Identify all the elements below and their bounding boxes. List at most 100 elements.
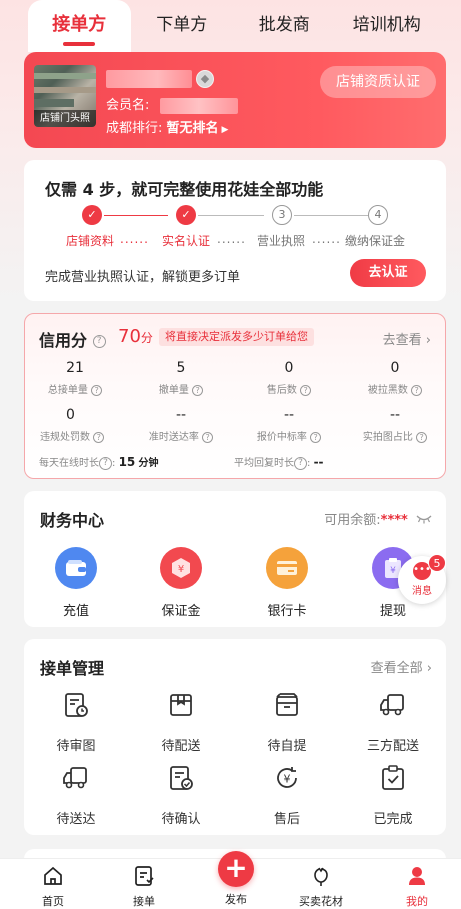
credit-score-value: 70分 (118, 326, 153, 347)
nav-flower-market[interactable]: 买卖花材 (286, 865, 356, 909)
metric-label-text: 被拉黑数 (367, 385, 408, 396)
credit-title: 信用分 ? (39, 327, 106, 351)
step-label-real-name[interactable]: 实名认证 (162, 232, 210, 249)
tab-training[interactable]: 培训机构 (336, 0, 439, 52)
box-open-icon (276, 693, 298, 716)
view-all-text: 查看全部 (370, 661, 427, 676)
shop-photo-caption: 店铺门头照 (34, 110, 96, 127)
question-icon[interactable]: ? (93, 431, 105, 443)
reply-value: -- (313, 455, 324, 469)
tab-receiver[interactable]: 接单方 (28, 0, 131, 52)
publish-plus-button[interactable]: + (218, 851, 254, 887)
order-pending-review[interactable]: 待审图 (36, 691, 116, 754)
shop-name-redacted (106, 70, 192, 88)
home-icon (44, 866, 62, 885)
question-icon[interactable]: ? (91, 384, 103, 396)
metric-blacklisted[interactable]: 0 被拉黑数 ? (345, 360, 445, 396)
wallet-icon (55, 547, 97, 589)
recharge-label: 充值 (62, 604, 89, 619)
metric-value: -- (175, 407, 187, 423)
order-completed[interactable]: 已完成 (353, 764, 433, 827)
nav-label: 接单 (133, 895, 155, 908)
question-icon[interactable]: ? (294, 456, 307, 470)
metric-bid-win-rate[interactable]: -- 报价中标率 ? (239, 407, 339, 443)
order-list-icon (135, 866, 154, 886)
question-icon[interactable]: ? (92, 335, 106, 348)
orders-title: 接单管理 (40, 659, 105, 678)
check-icon: ✓ (82, 205, 102, 225)
step-label-license[interactable]: 营业执照 (257, 232, 305, 249)
rank-label: 成都排行: (106, 121, 163, 136)
publish-label: 发布 (225, 893, 247, 906)
metric-label-text: 售后数 (266, 385, 297, 396)
caret-right-icon: ▶ (221, 125, 229, 135)
question-icon[interactable]: ? (411, 384, 423, 396)
bank-card-label: 银行卡 (267, 604, 307, 619)
question-icon[interactable]: ? (99, 456, 112, 470)
order-third-party-delivery[interactable]: 三方配送 (353, 691, 433, 754)
nav-label: 买卖花材 (299, 895, 343, 908)
nav-home[interactable]: 首页 (18, 865, 88, 909)
view-all-link[interactable]: 查看全部 › (371, 657, 432, 676)
order-pending-pickup[interactable]: 待自提 (247, 691, 327, 754)
member-name-redacted (160, 98, 238, 114)
tab-wholesaler[interactable]: 批发商 (233, 0, 336, 52)
order-pending-confirm[interactable]: 待确认 (141, 764, 221, 827)
order-pending-delivery[interactable]: 待配送 (141, 691, 221, 754)
online-unit: 分钟 (138, 458, 159, 469)
metric-label: 实拍图占比 ? (345, 428, 445, 443)
question-icon[interactable]: ? (202, 431, 214, 443)
order-in-transit[interactable]: 待送达 (36, 764, 116, 827)
step-label-shop-info[interactable]: 店铺资料 (66, 232, 114, 249)
tab-orderer[interactable]: 下单方 (131, 0, 234, 52)
metric-photo-ratio[interactable]: -- 实拍图占比 ? (345, 407, 445, 443)
metric-label-text: 违规处罚数 (40, 432, 90, 443)
metric-label: 售后数 ? (239, 381, 339, 396)
step-label-deposit[interactable]: 缴纳保证金 (345, 232, 405, 249)
metric-violations[interactable]: 0 违规处罚数 ? (25, 407, 125, 443)
credit-view-text: 去查看 (382, 333, 426, 348)
order-label: 待审图 (56, 739, 96, 754)
nav-take-orders[interactable]: 接单 (109, 865, 179, 909)
message-badge: 5 (428, 554, 446, 572)
question-icon[interactable]: ? (192, 384, 204, 396)
metric-value: 0 (66, 407, 75, 423)
question-icon[interactable]: ? (310, 431, 322, 443)
nav-mine[interactable]: 我的 (382, 865, 452, 909)
question-icon[interactable]: ? (300, 384, 312, 396)
metric-total-orders[interactable]: 21 总接单量 ? (25, 360, 125, 396)
diamond-icon: ◆ (196, 70, 214, 88)
shop-qualification-button[interactable]: 店铺资质认证 (320, 66, 436, 98)
question-icon[interactable]: ? (416, 431, 428, 443)
go-certify-button[interactable]: 去认证 (350, 259, 426, 287)
order-label: 已完成 (373, 812, 413, 827)
metric-cancel-orders[interactable]: 5 撤单量 ? (131, 360, 231, 396)
bank-card-button[interactable]: 银行卡 (247, 547, 327, 619)
step-connector (294, 215, 368, 216)
order-after-sales[interactable]: ¥ 售后 (247, 764, 327, 827)
eye-closed-icon[interactable] (416, 513, 432, 528)
finance-title: 财务中心 (40, 511, 105, 530)
svg-text:¥: ¥ (390, 566, 396, 576)
deposit-button[interactable]: ¥ 保证金 (141, 547, 221, 619)
metric-label: 准时送达率 ? (131, 428, 231, 443)
balance-value: **** (380, 513, 408, 528)
metric-label-text: 准时送达率 (148, 432, 199, 443)
recharge-button[interactable]: 充值 (36, 547, 116, 619)
order-label: 待配送 (161, 739, 201, 754)
shop-front-photo[interactable]: 店铺门头照 (34, 65, 96, 127)
order-management-card: 接单管理 查看全部 › 待审图 待配送 待自提 三方配送 待送达 待确认 ¥ 售… (24, 639, 446, 835)
bank-card-icon (266, 547, 308, 589)
metric-after-sales[interactable]: 0 售后数 ? (239, 360, 339, 396)
credit-view-link[interactable]: 去查看 › (383, 329, 431, 348)
order-label: 待送达 (56, 812, 96, 827)
order-label: 待自提 (267, 739, 307, 754)
online-label: 每天在线时长 (39, 458, 99, 469)
metric-label-text: 总接单量 (47, 385, 88, 396)
deposit-label: 保证金 (161, 604, 201, 619)
delivery-truck-icon (380, 694, 404, 716)
metric-on-time-rate[interactable]: -- 准时送达率 ? (131, 407, 231, 443)
city-rank[interactable]: 成都排行: 暂无排名 ▶ (106, 121, 228, 138)
metric-value: 5 (176, 360, 186, 376)
online-duration: 每天在线时长?: 15 分钟 (39, 455, 159, 470)
